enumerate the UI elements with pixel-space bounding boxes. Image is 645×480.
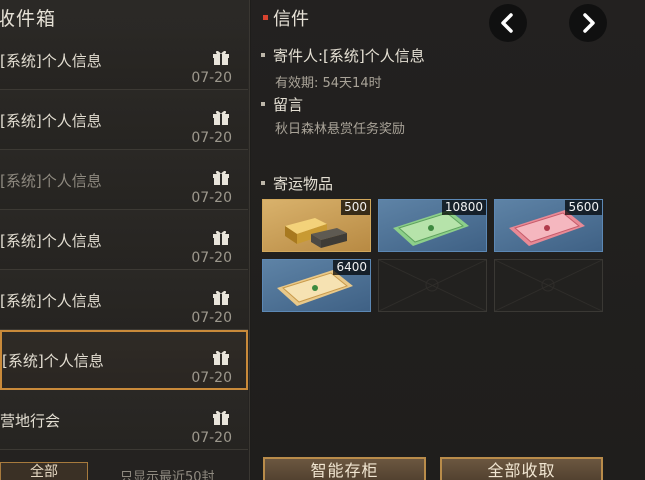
- attachment-slot[interactable]: 10800: [378, 199, 487, 252]
- detail-title: 信件: [263, 5, 309, 31]
- smart-store-button[interactable]: 智能存柜: [263, 457, 426, 480]
- attachments-grid: 500 10800 5600 6400: [262, 199, 603, 313]
- gift-icon: [213, 170, 229, 185]
- message-heading: 留言: [261, 94, 303, 115]
- gift-icon: [213, 350, 229, 365]
- bullet: [261, 180, 265, 185]
- mail-date: 07-20: [191, 250, 232, 266]
- inbox-panel: 收件箱 [系统]个人信息 07-20 [系统]个人信息 07-20 [系统]个人…: [0, 0, 250, 480]
- message-text: 秋日森林悬赏任务奖励: [275, 122, 406, 137]
- sender-line: 寄件人:[系统]个人信息: [261, 45, 425, 66]
- detail-title-text: 信件: [273, 9, 309, 30]
- attachments-label: 寄运物品: [273, 175, 334, 193]
- gift-icon: [213, 230, 229, 245]
- empty-slot: [494, 259, 603, 312]
- mail-list: [系统]个人信息 07-20 [系统]个人信息 07-20 [系统]个人信息 0…: [0, 30, 248, 450]
- mail-date: 07-20: [191, 190, 232, 206]
- empty-slot-pattern: [378, 259, 487, 312]
- mail-date: 07-20: [191, 130, 232, 146]
- inbox-title: 收件箱: [0, 8, 57, 30]
- next-mail-button[interactable]: [569, 4, 607, 42]
- mail-item[interactable]: [系统]个人信息 07-20: [0, 210, 248, 270]
- mail-item[interactable]: [系统]个人信息 07-20: [0, 270, 248, 330]
- empty-slot-pattern: [494, 259, 603, 312]
- gift-icon: [213, 110, 229, 125]
- attachment-slot[interactable]: 5600: [494, 199, 603, 252]
- mail-date: 07-20: [191, 370, 232, 386]
- mail-item-selected[interactable]: [系统]个人信息 07-20: [0, 330, 248, 390]
- message-label: 留言: [273, 96, 304, 114]
- attachment-quantity: 500: [341, 200, 370, 215]
- claim-all-label: 全部收取: [487, 461, 556, 480]
- gift-icon: [213, 410, 229, 425]
- select-all-label: 全部: [30, 464, 58, 480]
- attachment-slot[interactable]: 500: [262, 199, 371, 252]
- attachment-quantity: 10800: [441, 200, 486, 215]
- bullet: [261, 101, 265, 106]
- validity-text: 有效期: 54天14时: [275, 76, 382, 91]
- attachment-slot[interactable]: 6400: [262, 259, 371, 312]
- empty-slot: [378, 259, 487, 312]
- mail-item[interactable]: 营地行会 07-20: [0, 390, 248, 450]
- chevron-right-icon: [583, 13, 595, 33]
- mail-date: 07-20: [191, 430, 232, 446]
- mail-subject: [系统]个人信息: [0, 172, 102, 190]
- title-marker: [263, 14, 268, 20]
- mail-date: 07-20: [191, 70, 232, 86]
- mail-subject: [系统]个人信息: [0, 112, 102, 130]
- bullet: [261, 52, 265, 57]
- mail-item[interactable]: [系统]个人信息 07-20: [0, 150, 248, 210]
- attachments-heading: 寄运物品: [261, 173, 333, 194]
- footer-note: 只显示最近50封: [120, 470, 215, 480]
- mail-subject: [系统]个人信息: [0, 232, 102, 250]
- inbox-footer: 全部 只显示最近50封: [0, 462, 248, 480]
- mail-subject: [系统]个人信息: [0, 52, 102, 70]
- gift-icon: [213, 290, 229, 305]
- mail-subject: [系统]个人信息: [2, 352, 104, 370]
- mail-detail-panel: 信件 寄件人:[系统]个人信息 有效期: 54天14时 留言 秋日森林悬赏任务奖…: [251, 0, 645, 480]
- smart-store-label: 智能存柜: [310, 461, 379, 480]
- mail-subject: 营地行会: [0, 412, 61, 430]
- claim-all-button[interactable]: 全部收取: [440, 457, 603, 480]
- mail-subject: [系统]个人信息: [0, 292, 102, 310]
- gift-icon: [213, 50, 229, 65]
- attachment-quantity: 6400: [333, 260, 370, 275]
- attachment-quantity: 5600: [565, 200, 602, 215]
- mail-item[interactable]: [系统]个人信息 07-20: [0, 90, 248, 150]
- prev-mail-button[interactable]: [489, 4, 527, 42]
- mail-item[interactable]: [系统]个人信息 07-20: [0, 30, 248, 90]
- mail-date: 07-20: [191, 310, 232, 326]
- select-all-button[interactable]: 全部: [0, 462, 88, 480]
- chevron-left-icon: [501, 13, 513, 33]
- sender-label: 寄件人:[系统]个人信息: [273, 47, 425, 65]
